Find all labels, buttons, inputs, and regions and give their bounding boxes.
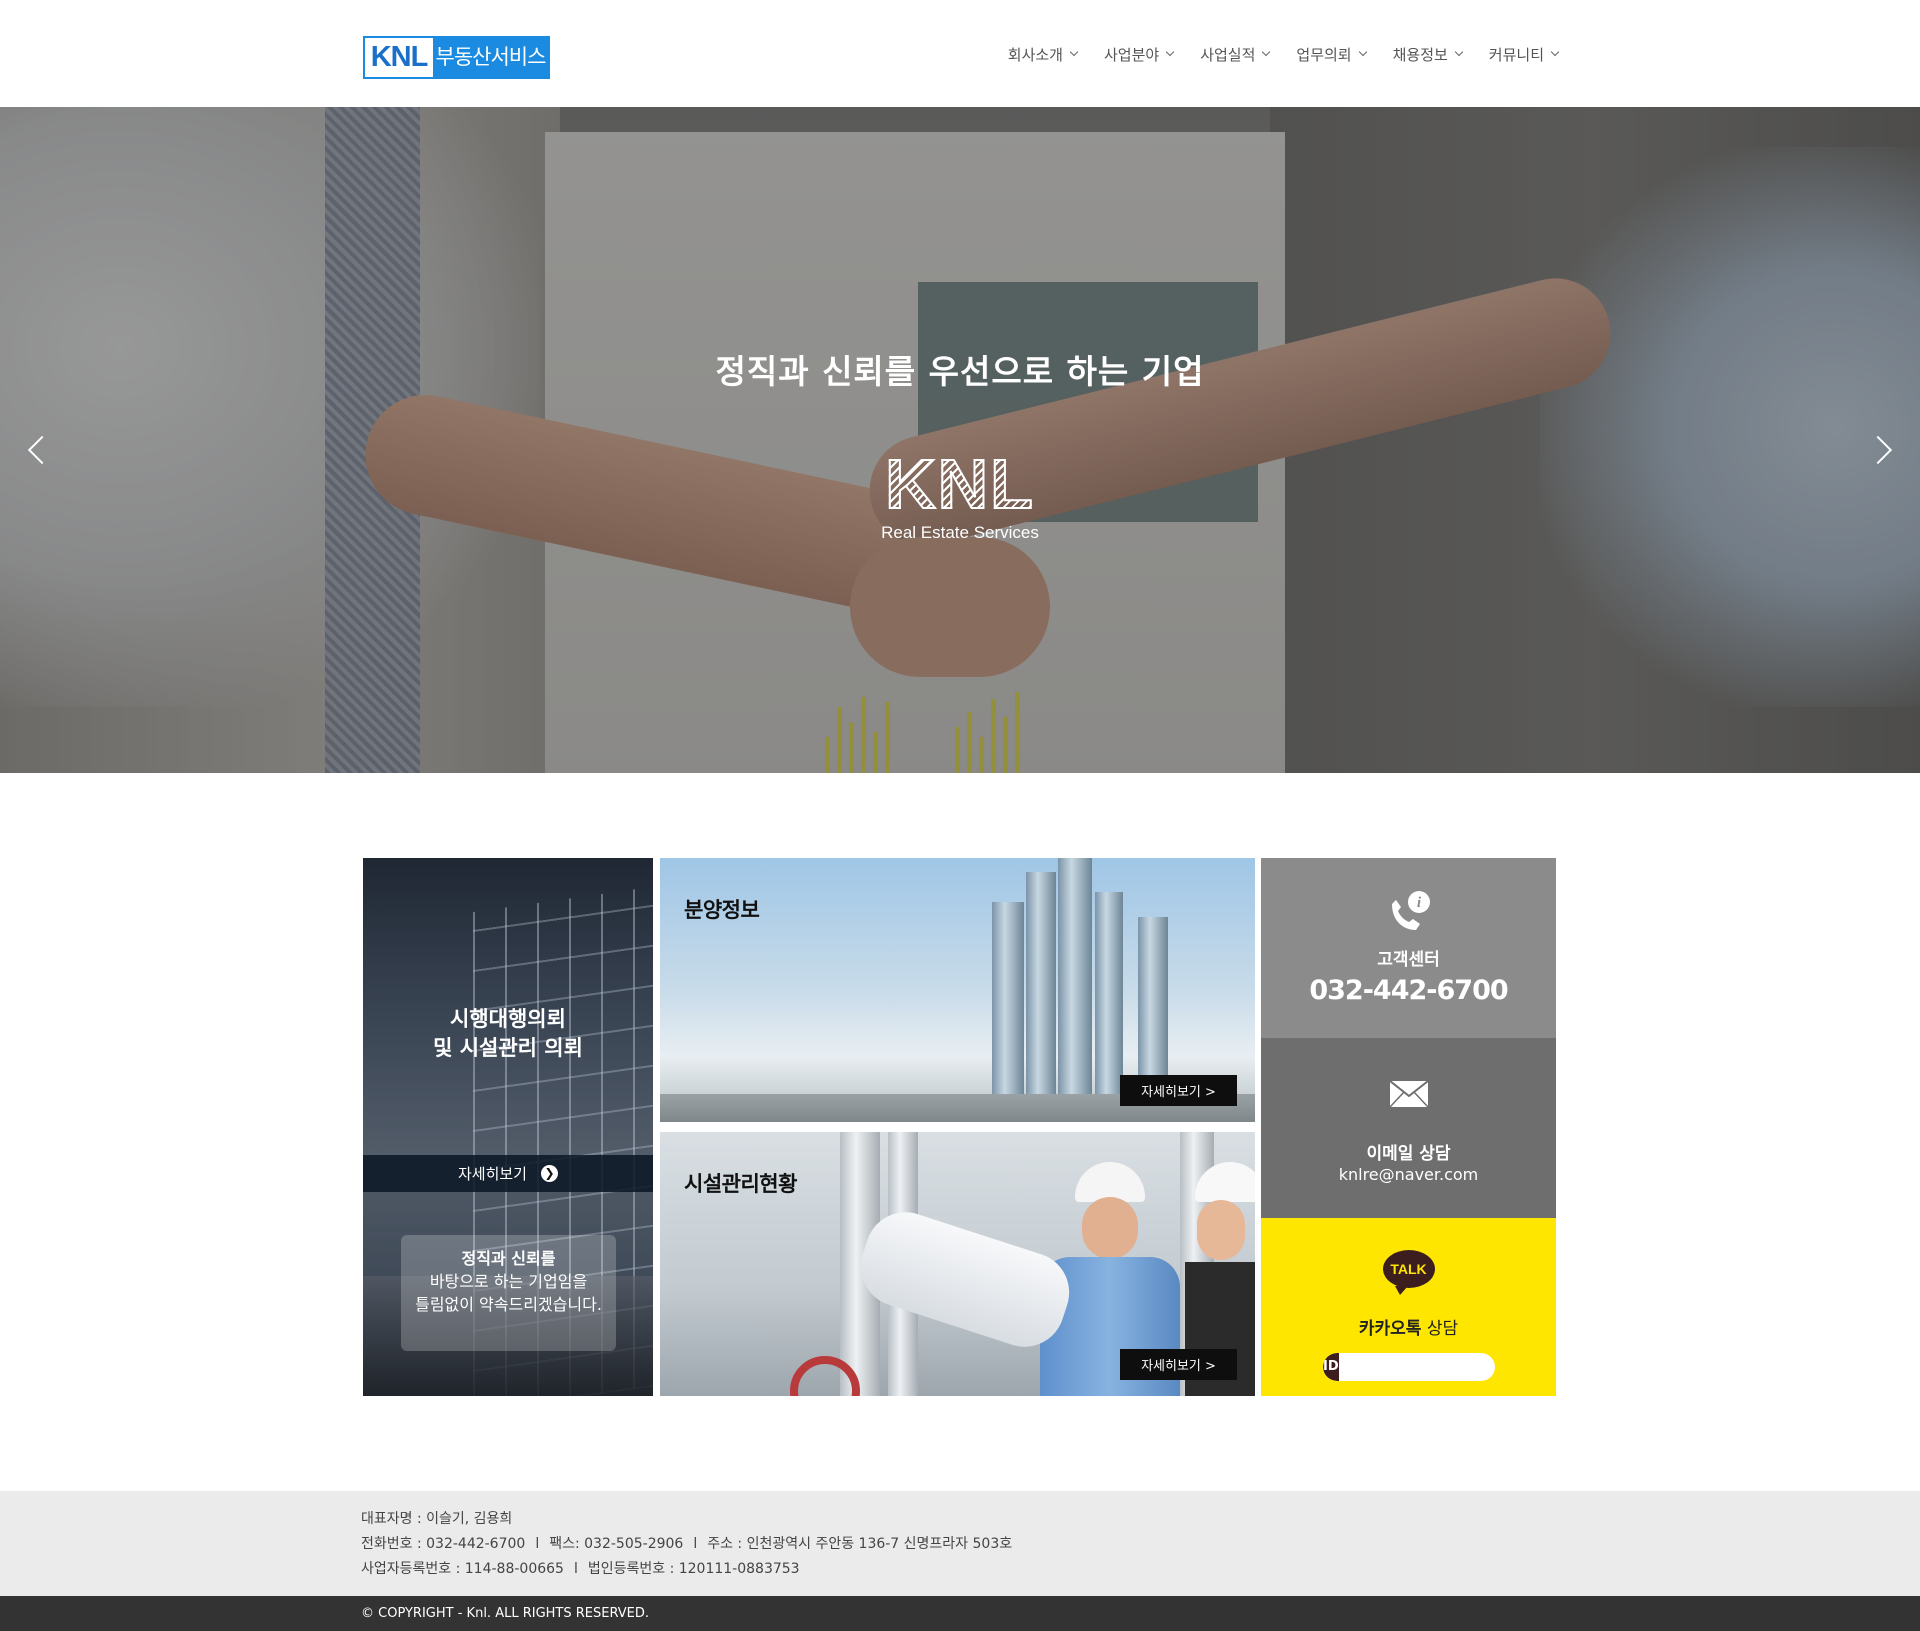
footer-separator: l [535,1536,540,1552]
chevron-down-icon [1358,47,1367,57]
footer-info: 대표자명 : 이슬기, 김용희 전화번호 : 032-442-6700 l 팩스: … [361,1507,1012,1582]
hero-brand-logo: KNL [0,448,1920,520]
chevron-down-icon [1069,47,1079,57]
footer-representative: 대표자명 : 이슬기, 김용희 [361,1511,513,1527]
arrow-right-icon[interactable] [1862,428,1902,468]
kakao-talk-icon: TALK [1261,1250,1556,1295]
copyright-text: © COPYRIGHT - Knl. ALL RIGHTS RESERVED. [361,1606,650,1621]
sale-more-button[interactable]: 자세히보기 > [1120,1075,1237,1106]
customer-center-label: 고객센터 [1377,950,1440,970]
logo-ko-text: 부동산서비스 [433,38,548,77]
nav-label: 커뮤니티 [1488,45,1544,64]
nav-label: 채용정보 [1392,45,1448,64]
hero-brand-sub: Real Estate Services [881,523,1039,542]
chevron-down-icon [1165,47,1175,57]
chevron-down-icon [1550,47,1560,57]
copyright-bar: © COPYRIGHT - Knl. ALL RIGHTS RESERVED. [0,1596,1920,1631]
nav-item-performance[interactable]: 사업실적 [1200,40,1271,68]
request-note-line2: 바탕으로 하는 기업임을 [429,1272,588,1291]
footer-separator: l [573,1561,578,1577]
logo-en-text: KNL [365,38,433,77]
request-more-button[interactable]: 자세히보기 ❯ [363,1155,653,1192]
nav-label: 회사소개 [1007,45,1063,64]
footer-fax: 팩스: 032-505-2906 [549,1536,684,1552]
footer-registration-line: 사업자등록번호 : 114-88-00665 l 법인등록번호 : 120111-0… [361,1557,1012,1582]
email-address[interactable]: knlre@naver.com [1261,1165,1556,1184]
kakao-id-input[interactable] [1338,1353,1495,1381]
nav-label: 업무의뢰 [1296,45,1352,64]
tower-graphic [992,902,1024,1122]
nav-label: 사업분야 [1103,45,1160,64]
kakao-consult-label: 카카오톡 상담 [1261,1314,1556,1339]
nav-item-request[interactable]: 업무의뢰 [1296,40,1367,68]
footer-phone: 전화번호 : 032-442-6700 [361,1536,526,1552]
email-consult-label: 이메일 상담 [1366,1144,1451,1164]
site-header: KNL 부동산서비스 회사소개 사업분야 사업실적 업무의뢰 채용정보 커뮤니티 [0,0,1920,107]
kakao-bubble-text: TALK [1382,1250,1435,1295]
request-note: 정직과 신뢰를 바탕으로 하는 기업임을 틀림없이 약속드리겠습니다. [401,1235,616,1351]
nav-label: 사업실적 [1200,45,1256,64]
kakao-consult-box: TALK 카카오톡 상담 ID [1261,1218,1556,1396]
sale-info-title: 분양정보 [684,898,760,922]
phone-info-icon: i [1261,890,1556,938]
hero-slider: 정직과 신뢰를 우선으로 하는 기업 KNL Real Estate Servi… [0,107,1920,773]
kakao-id-field: ID [1323,1353,1495,1381]
request-note-line3: 틀림없이 약속드리겠습니다. [415,1295,602,1314]
circle-arrow-icon: ❯ [541,1165,558,1182]
facility-status-tile[interactable]: 시설관리현황 자세히보기 > [660,1132,1255,1396]
nav-item-business[interactable]: 사업분야 [1103,40,1175,68]
facility-more-button[interactable]: 자세히보기 > [1120,1349,1237,1380]
nav-item-company[interactable]: 회사소개 [1007,40,1079,68]
facility-status-title: 시설관리현황 [684,1172,797,1196]
nav-item-community[interactable]: 커뮤니티 [1488,40,1560,68]
request-title-line2: 및 시설관리 의뢰 [433,1036,583,1060]
request-more-label: 자세히보기 [457,1165,527,1183]
hero-title: 정직과 신뢰를 우선으로 하는 기업 [715,352,1205,391]
hero-brand: KNL Real Estate Services [0,448,1920,543]
site-footer: 대표자명 : 이슬기, 김용희 전화번호 : 032-442-6700 l 팩스: … [0,1491,1920,1596]
sale-info-tile[interactable]: 분양정보 자세히보기 > [660,858,1255,1122]
chevron-down-icon [1454,47,1464,57]
arrow-left-icon[interactable] [18,428,58,468]
main-nav: 회사소개 사업분야 사업실적 업무의뢰 채용정보 커뮤니티 [981,40,1560,68]
footer-biz-no: 사업자등록번호 : 114-88-00665 [361,1561,564,1577]
hero-overlay [0,107,1920,773]
request-title-line1: 시행대행의뢰 [450,1007,566,1031]
footer-corp-no: 법인등록번호 : 120111-0883753 [587,1561,800,1577]
footer-contact-line: 전화번호 : 032-442-6700 l 팩스: 032-505-2906 l 주소 … [361,1532,1012,1557]
kakao-label-rest: 상담 [1421,1319,1459,1339]
envelope-icon [1261,1080,1556,1112]
chevron-down-icon [1262,47,1271,57]
tower-graphic [1095,892,1123,1122]
tower-graphic [1026,872,1056,1122]
request-tile: 시행대행의뢰 및 시설관리 의뢰 자세히보기 ❯ 정직과 신뢰를 바탕으로 하는… [363,858,653,1396]
nav-item-recruit[interactable]: 채용정보 [1392,40,1464,68]
kakao-label-bold: 카카오톡 [1358,1319,1422,1339]
site-logo[interactable]: KNL 부동산서비스 [363,36,550,79]
tower-graphic [1058,858,1092,1122]
request-note-line1: 정직과 신뢰를 [461,1249,556,1268]
customer-center-phone: 032-442-6700 [1309,975,1508,1006]
kakao-id-tag: ID [1323,1353,1339,1381]
footer-address: 주소 : 인천광역시 주안동 136-7 신명프라자 503호 [707,1536,1013,1552]
request-title: 시행대행의뢰 및 시설관리 의뢰 [363,1005,653,1063]
footer-separator: l [693,1536,698,1552]
customer-center-box: i 고객센터 032-442-6700 [1261,858,1556,1038]
email-consult-box[interactable]: 이메일 상담 knlre@naver.com [1261,1038,1556,1218]
